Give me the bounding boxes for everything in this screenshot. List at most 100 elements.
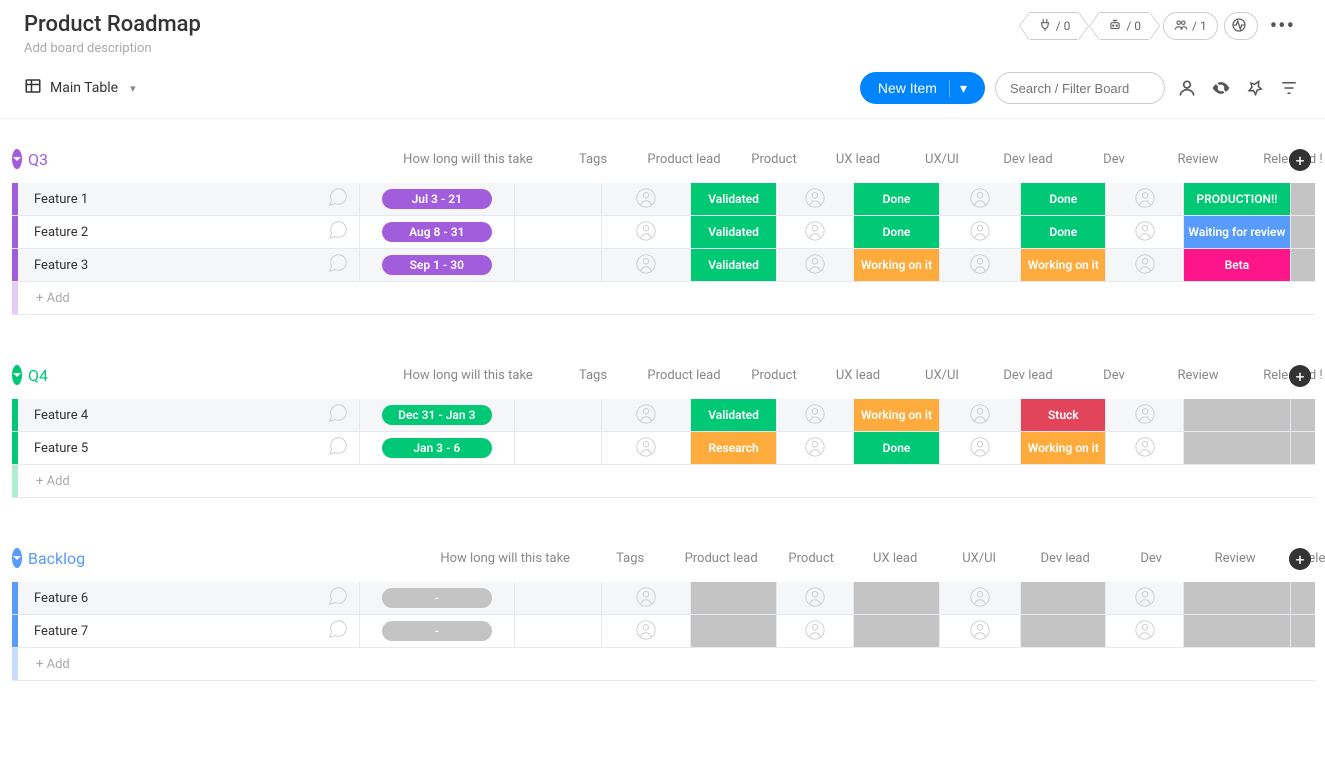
filter-icon[interactable]: [1277, 76, 1301, 100]
group-title[interactable]: Q4: [28, 366, 48, 385]
person-placeholder-icon[interactable]: [1134, 220, 1156, 245]
person-placeholder-icon[interactable]: [804, 619, 826, 644]
person-placeholder-icon[interactable]: [969, 253, 991, 278]
status-cell-validated[interactable]: Validated: [691, 216, 775, 248]
dev-cell[interactable]: Stuck: [1020, 399, 1105, 431]
person-placeholder-icon[interactable]: [1134, 586, 1156, 611]
integrations-badge-1[interactable]: / 0: [1030, 12, 1079, 40]
row-chat[interactable]: [318, 582, 359, 614]
col-ux-ui[interactable]: UX/UI: [898, 368, 986, 383]
item-name-cell[interactable]: Feature 2: [18, 216, 318, 248]
person-placeholder-icon[interactable]: [804, 436, 826, 461]
col-product[interactable]: Product: [730, 152, 818, 167]
person-placeholder-icon[interactable]: [804, 220, 826, 245]
col-dev-lead[interactable]: Dev lead: [1023, 551, 1107, 566]
status-cell-empty[interactable]: [691, 582, 775, 614]
chat-icon[interactable]: [327, 435, 349, 461]
status-cell-production[interactable]: PRODUCTION!!: [1184, 183, 1290, 215]
item-name-cell[interactable]: Feature 3: [18, 249, 318, 281]
person-placeholder-icon[interactable]: [1134, 403, 1156, 428]
col-duration[interactable]: How long will this take: [425, 551, 585, 566]
product-lead-cell[interactable]: [601, 249, 690, 281]
col-tags[interactable]: Tags: [548, 368, 638, 383]
uxui-cell[interactable]: Working on it: [853, 249, 938, 281]
collapse-toggle[interactable]: [12, 548, 22, 568]
chat-icon[interactable]: [327, 585, 349, 611]
status-cell-empty[interactable]: [1184, 432, 1290, 464]
view-selector[interactable]: Main Table ▾: [24, 77, 136, 99]
person-placeholder-icon[interactable]: [1134, 619, 1156, 644]
dev-lead-cell[interactable]: [939, 183, 1020, 215]
uxui-cell[interactable]: Done: [853, 216, 938, 248]
ux-lead-cell[interactable]: [776, 183, 854, 215]
item-name-cell[interactable]: Feature 5: [18, 432, 318, 464]
status-cell-empty[interactable]: [854, 582, 938, 614]
col-dev-lead[interactable]: Dev lead: [986, 368, 1070, 383]
add-row[interactable]: + Add: [12, 465, 1315, 498]
col-dev-lead[interactable]: Dev lead: [986, 152, 1070, 167]
uxui-cell[interactable]: Done: [853, 432, 938, 464]
status-cell-done[interactable]: Done: [854, 432, 938, 464]
person-placeholder-icon[interactable]: [1134, 253, 1156, 278]
collapse-toggle[interactable]: [12, 365, 22, 385]
product-lead-cell[interactable]: [601, 582, 690, 614]
col-product[interactable]: Product: [767, 551, 855, 566]
duration-cell[interactable]: Jul 3 - 21: [359, 183, 514, 215]
product-cell[interactable]: Validated: [690, 249, 775, 281]
uxui-cell[interactable]: [853, 615, 938, 647]
person-placeholder-icon[interactable]: [1134, 436, 1156, 461]
dev-lead-cell[interactable]: [939, 399, 1020, 431]
tags-cell[interactable]: [514, 399, 601, 431]
released-cell[interactable]: Waiting for review: [1183, 216, 1290, 248]
tags-cell[interactable]: [514, 432, 601, 464]
duration-cell[interactable]: -: [359, 582, 514, 614]
status-cell-validated[interactable]: Validated: [691, 249, 775, 281]
person-placeholder-icon[interactable]: [804, 586, 826, 611]
chat-icon[interactable]: [327, 186, 349, 212]
person-placeholder-icon[interactable]: [804, 253, 826, 278]
status-cell-stuck[interactable]: Stuck: [1021, 399, 1105, 431]
person-placeholder-icon[interactable]: [969, 187, 991, 212]
col-tags[interactable]: Tags: [548, 152, 638, 167]
released-cell[interactable]: [1183, 432, 1290, 464]
person-placeholder-icon[interactable]: [635, 253, 657, 278]
dev-cell[interactable]: Working on it: [1020, 249, 1105, 281]
add-row-label[interactable]: + Add: [18, 282, 1315, 314]
product-cell[interactable]: Validated: [690, 399, 775, 431]
released-cell[interactable]: [1183, 582, 1290, 614]
row-chat[interactable]: [318, 249, 359, 281]
person-icon[interactable]: [1175, 76, 1199, 100]
person-placeholder-icon[interactable]: [635, 187, 657, 212]
product-lead-cell[interactable]: [601, 183, 690, 215]
dev-cell[interactable]: Working on it: [1020, 432, 1105, 464]
col-review[interactable]: Review: [1195, 551, 1275, 566]
col-ux-ui[interactable]: UX/UI: [898, 152, 986, 167]
review-cell[interactable]: [1105, 432, 1183, 464]
released-cell[interactable]: PRODUCTION!!: [1183, 183, 1290, 215]
dev-lead-cell[interactable]: [939, 216, 1020, 248]
status-cell-waiting_review[interactable]: Waiting for review: [1184, 216, 1290, 248]
tags-cell[interactable]: [514, 249, 601, 281]
review-cell[interactable]: [1105, 249, 1183, 281]
ux-lead-cell[interactable]: [776, 615, 854, 647]
item-name-cell[interactable]: Feature 6: [18, 582, 318, 614]
col-tags[interactable]: Tags: [585, 551, 675, 566]
status-cell-working[interactable]: Working on it: [854, 399, 938, 431]
add-column-button[interactable]: +: [1289, 149, 1311, 171]
dev-cell[interactable]: Done: [1020, 183, 1105, 215]
col-released[interactable]: Released !: [1238, 368, 1325, 383]
col-dev[interactable]: Dev: [1107, 551, 1195, 566]
add-column-button[interactable]: +: [1289, 365, 1311, 387]
duration-cell[interactable]: Sep 1 - 30: [359, 249, 514, 281]
col-dev[interactable]: Dev: [1070, 152, 1158, 167]
row-chat[interactable]: [318, 216, 359, 248]
group-title[interactable]: Q3: [28, 150, 48, 169]
status-cell-empty[interactable]: [1184, 582, 1290, 614]
duration-cell[interactable]: Aug 8 - 31: [359, 216, 514, 248]
person-placeholder-icon[interactable]: [635, 619, 657, 644]
dev-lead-cell[interactable]: [939, 615, 1020, 647]
add-column-button[interactable]: +: [1289, 548, 1311, 570]
new-item-button[interactable]: New Item ▾: [860, 72, 985, 104]
col-product[interactable]: Product: [730, 368, 818, 383]
dev-lead-cell[interactable]: [939, 249, 1020, 281]
